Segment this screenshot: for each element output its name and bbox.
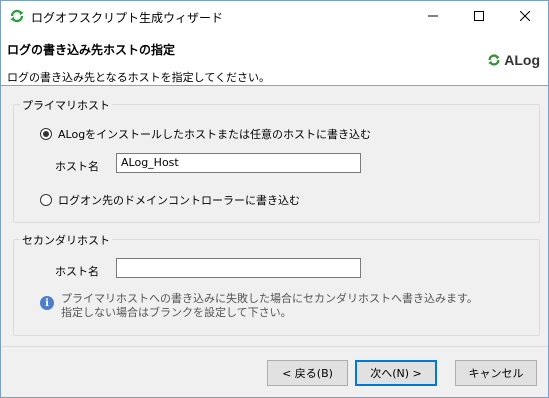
next-button[interactable]: 次へ(N) > xyxy=(355,360,437,386)
secondary-host-input[interactable] xyxy=(116,258,361,278)
radio-option-custom-host[interactable]: ALogをインストールしたホストまたは任意のホストに書き込む xyxy=(40,126,371,142)
close-icon xyxy=(520,11,530,21)
title-bar: ログオフスクリプト生成ウィザード xyxy=(1,1,548,31)
wizard-header: ログの書き込み先ホストの指定 ログの書き込み先となるホストを指定してください。 … xyxy=(1,31,548,86)
primary-host-label: プライマリホスト xyxy=(20,97,112,113)
page-subtitle: ログの書き込み先となるホストを指定してください。 xyxy=(7,71,271,84)
window-title: ログオフスクリプト生成ウィザード xyxy=(31,11,224,25)
secondary-host-group: セカンダリホスト ホスト名 i プライマリホストへの書き込みに失敗した場合にセカ… xyxy=(13,232,540,336)
radio-label-domain-controller: ログオン先のドメインコントローラーに書き込む xyxy=(58,194,300,207)
page-title: ログの書き込み先ホストの指定 xyxy=(7,43,176,57)
radio-button-domain-controller[interactable] xyxy=(40,194,52,206)
alog-logo-text: ALog xyxy=(504,52,540,68)
primary-host-name-label: ホスト名 xyxy=(55,160,99,173)
maximize-icon xyxy=(474,11,484,21)
footer-divider xyxy=(1,346,548,347)
minimize-button[interactable] xyxy=(410,1,456,31)
alog-logo: ALog xyxy=(487,52,540,68)
back-button[interactable]: < 戻る(B) xyxy=(267,360,348,386)
info-icon: i xyxy=(40,296,54,310)
maximize-button[interactable] xyxy=(456,1,502,31)
wizard-window: ログオフスクリプト生成ウィザード ログの書き込み先ホストの指定 ログの書き込み先… xyxy=(0,0,549,398)
primary-host-input[interactable]: ALog_Host xyxy=(116,153,361,173)
radio-button-custom-host[interactable] xyxy=(40,128,52,140)
secondary-host-label: セカンダリホスト xyxy=(20,232,112,248)
secondary-info-line1: プライマリホストへの書き込みに失敗した場合にセカンダリホストへ書き込みます。 xyxy=(61,292,478,305)
radio-option-domain-controller[interactable]: ログオン先のドメインコントローラーに書き込む xyxy=(40,192,300,208)
cancel-button[interactable]: キャンセル xyxy=(455,360,537,386)
close-button[interactable] xyxy=(502,1,548,31)
secondary-host-name-label: ホスト名 xyxy=(55,265,99,278)
radio-selected-dot xyxy=(43,131,49,137)
primary-host-group: プライマリホスト ALogをインストールしたホストまたは任意のホストに書き込む … xyxy=(13,97,540,223)
minimize-icon xyxy=(428,15,438,17)
secondary-info-line2: 指定しない場合はブランクを設定して下さい。 xyxy=(61,306,292,319)
radio-label-custom-host: ALogをインストールしたホストまたは任意のホストに書き込む xyxy=(58,128,371,141)
alog-logo-icon xyxy=(488,54,500,66)
app-refresh-icon xyxy=(10,9,24,23)
